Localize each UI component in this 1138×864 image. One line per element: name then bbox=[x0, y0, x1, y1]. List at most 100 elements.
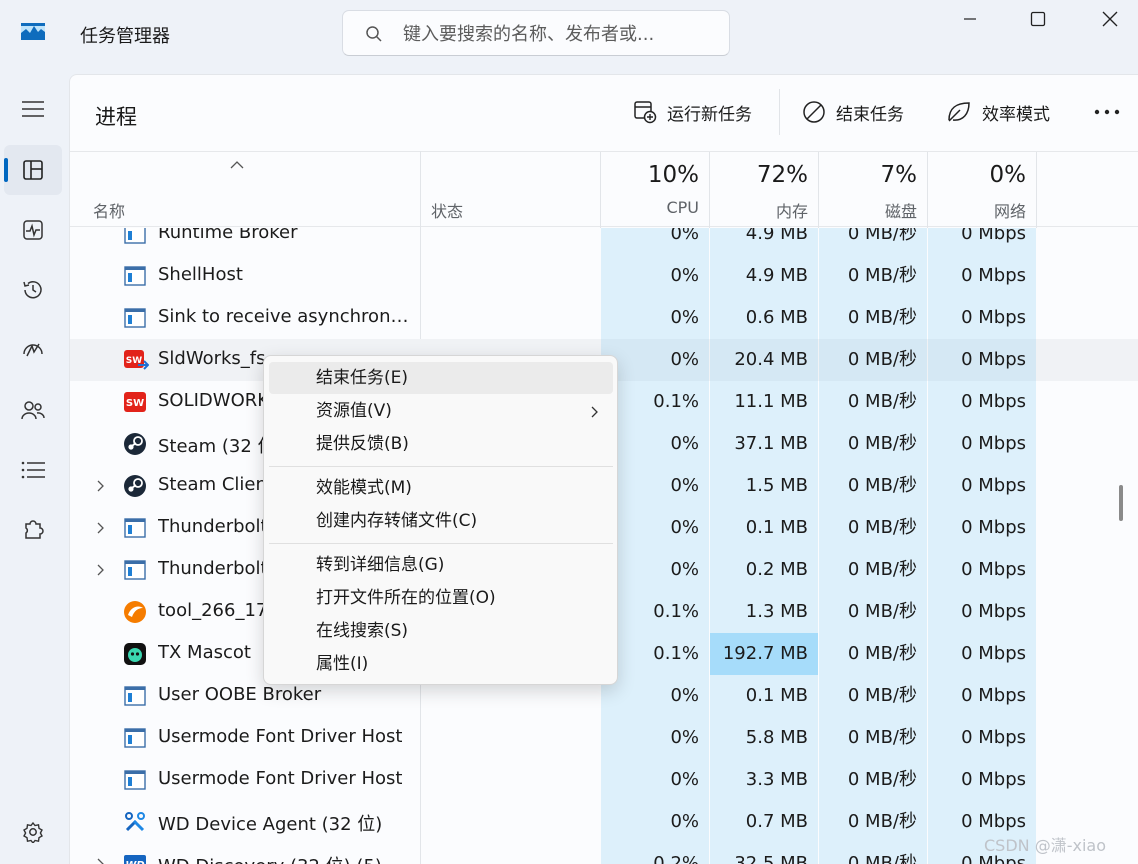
process-disk: 0 MB/秒 bbox=[819, 381, 927, 423]
process-cpu: 0% bbox=[601, 801, 709, 843]
chevron-right-icon[interactable] bbox=[94, 855, 108, 864]
column-name[interactable]: 名称 bbox=[70, 152, 420, 228]
process-network: 0 Mbps bbox=[928, 465, 1036, 507]
process-disk: 0 MB/秒 bbox=[819, 675, 927, 717]
solidworks-fs-icon: SW bbox=[123, 348, 150, 372]
menu-resource-values-label: 资源值(V) bbox=[316, 401, 392, 421]
menu-separator bbox=[269, 543, 613, 544]
process-memory: 11.1 MB bbox=[710, 381, 818, 423]
process-disk: 0 MB/秒 bbox=[819, 801, 927, 843]
menu-end-task[interactable]: 结束任务(E) bbox=[269, 362, 613, 394]
process-memory: 4.9 MB bbox=[710, 228, 818, 255]
maximize-button[interactable] bbox=[1018, 6, 1058, 32]
menu-create-dump[interactable]: 创建内存转储文件(C) bbox=[269, 505, 613, 537]
menu-properties[interactable]: 属性(I) bbox=[269, 648, 613, 680]
menu-open-file-location[interactable]: 打开文件所在的位置(O) bbox=[269, 582, 613, 614]
process-network: 0 Mbps bbox=[928, 633, 1036, 675]
chevron-right-icon[interactable] bbox=[94, 477, 108, 495]
end-task-button[interactable]: 结束任务 bbox=[802, 97, 904, 127]
run-new-task-label: 运行新任务 bbox=[667, 104, 752, 125]
process-memory: 1.3 MB bbox=[710, 591, 818, 633]
chevron-right-icon[interactable] bbox=[94, 519, 108, 537]
nav-startup[interactable] bbox=[4, 325, 62, 375]
nav-performance[interactable] bbox=[4, 205, 62, 255]
process-memory: 3.3 MB bbox=[710, 759, 818, 801]
efficiency-mode-button[interactable]: 效率模式 bbox=[946, 97, 1050, 127]
more-options-button[interactable] bbox=[1090, 97, 1124, 127]
search-box[interactable] bbox=[342, 10, 730, 56]
run-new-task-button[interactable]: 运行新任务 bbox=[633, 97, 752, 127]
process-row[interactable]: WD Device Agent (32 位) 0% 0.7 MB 0 MB/秒 0 Mb… bbox=[70, 801, 1138, 843]
nav-menu-button[interactable] bbox=[4, 84, 62, 134]
gear-icon bbox=[23, 821, 43, 843]
menu-resource-values[interactable]: 资源值(V) bbox=[269, 395, 613, 427]
process-disk: 0 MB/秒 bbox=[819, 717, 927, 759]
window-icon bbox=[123, 306, 147, 330]
services-puzzle-icon bbox=[25, 520, 44, 539]
process-name: Usermode Font Driver Host bbox=[158, 726, 403, 747]
window-icon bbox=[123, 768, 147, 792]
process-row[interactable]: Usermode Font Driver Host 0% 3.3 MB 0 MB/秒 0… bbox=[70, 759, 1138, 801]
process-disk: 0 MB/秒 bbox=[819, 843, 927, 864]
network-total: 0% bbox=[989, 162, 1027, 188]
column-name-label: 名称 bbox=[93, 202, 126, 221]
process-disk: 0 MB/秒 bbox=[819, 507, 927, 549]
process-memory: 0.6 MB bbox=[710, 297, 818, 339]
process-row[interactable]: WD WD Discovery (32 位) (5) 0.2%32.5 MB0 MB… bbox=[70, 843, 1138, 864]
process-row[interactable]: Sink to receive asynchronou... 0% 0.6 MB 0 … bbox=[70, 297, 1138, 339]
window-icon bbox=[123, 684, 147, 708]
process-memory: 37.1 MB bbox=[710, 423, 818, 465]
minimize-button[interactable] bbox=[950, 6, 990, 32]
column-status[interactable]: 状态 bbox=[420, 152, 601, 228]
process-name: WD Discovery (32 位) (5) bbox=[158, 852, 418, 864]
scrollbar-thumb[interactable] bbox=[1119, 485, 1123, 521]
disk-label: 磁盘 bbox=[884, 202, 917, 221]
chevron-right-icon[interactable] bbox=[94, 561, 108, 579]
window-icon bbox=[123, 264, 147, 288]
app-title: 任务管理器 bbox=[80, 26, 170, 47]
process-row[interactable]: Usermode Font Driver Host 0% 5.8 MB 0 MB/秒 0… bbox=[70, 717, 1138, 759]
process-memory: 32.5 MB bbox=[710, 843, 818, 864]
process-network: 0 Mbps bbox=[928, 549, 1036, 591]
wd-agent-icon bbox=[123, 810, 147, 834]
menu-feedback[interactable]: 提供反馈(B) bbox=[269, 428, 613, 460]
process-network: 0 Mbps bbox=[928, 381, 1036, 423]
column-network[interactable]: 0% 网络 bbox=[927, 152, 1036, 228]
process-memory: 0.1 MB bbox=[710, 507, 818, 549]
menu-search-online[interactable]: 在线搜索(S) bbox=[269, 615, 613, 647]
process-cpu: 0% bbox=[601, 717, 709, 759]
search-input[interactable] bbox=[403, 21, 713, 47]
nav-users[interactable] bbox=[4, 385, 62, 435]
close-button[interactable] bbox=[1090, 6, 1130, 32]
process-row[interactable]: ShellHost 0% 4.9 MB 0 MB/秒 0 Mbps bbox=[70, 255, 1138, 297]
nav-processes[interactable] bbox=[4, 145, 62, 195]
window-icon bbox=[123, 726, 147, 750]
process-row[interactable]: Runtime Broker 0% 4.9 MB 0 MB/秒 0 Mbps bbox=[70, 228, 1138, 255]
column-memory[interactable]: 72% 内存 bbox=[709, 152, 818, 228]
chevron-right-icon bbox=[591, 406, 598, 418]
menu-efficiency-mode[interactable]: 效能模式(M) bbox=[269, 472, 613, 504]
process-network: 0 Mbps bbox=[928, 507, 1036, 549]
nav-services[interactable] bbox=[4, 505, 62, 555]
nav-settings[interactable] bbox=[4, 807, 62, 857]
process-disk: 0 MB/秒 bbox=[819, 297, 927, 339]
network-label: 网络 bbox=[993, 202, 1026, 221]
cpu-label: CPU bbox=[666, 198, 699, 217]
hamburger-icon bbox=[22, 101, 44, 117]
column-spacer bbox=[1036, 152, 1138, 228]
processes-icon bbox=[23, 160, 43, 180]
close-icon bbox=[1102, 11, 1118, 27]
window-icon bbox=[123, 558, 147, 582]
tx-mascot-icon bbox=[123, 642, 147, 666]
nav-details[interactable] bbox=[4, 445, 62, 495]
process-network: 0 Mbps bbox=[928, 591, 1036, 633]
column-cpu[interactable]: 10% CPU bbox=[600, 152, 709, 228]
sort-ascending-icon bbox=[230, 161, 244, 169]
nav-app-history[interactable] bbox=[4, 265, 62, 315]
menu-go-to-details[interactable]: 转到详细信息(G) bbox=[269, 549, 613, 581]
process-network: 0 Mbps bbox=[928, 423, 1036, 465]
process-cpu: 0.2% bbox=[601, 843, 709, 864]
process-disk: 0 MB/秒 bbox=[819, 228, 927, 255]
window-icon bbox=[123, 228, 147, 246]
column-disk[interactable]: 7% 磁盘 bbox=[818, 152, 927, 228]
